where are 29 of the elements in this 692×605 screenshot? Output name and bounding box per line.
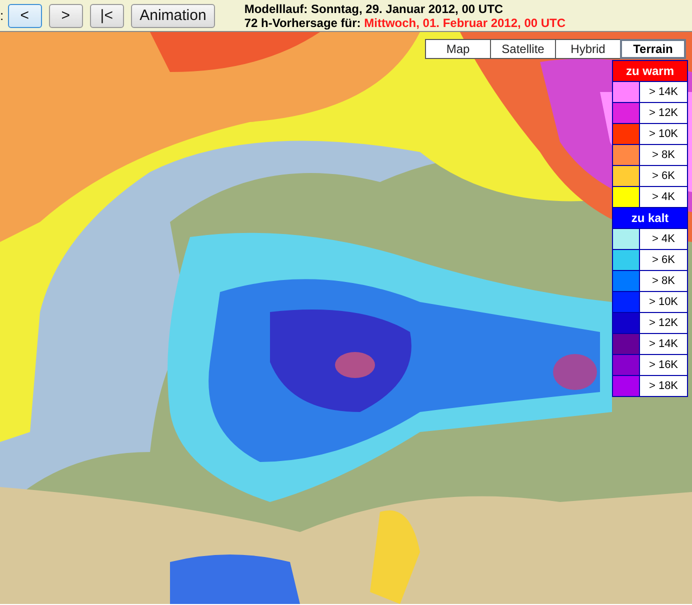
map-type-tab[interactable]: Hybrid: [555, 39, 621, 59]
weather-map-drawing[interactable]: [0, 32, 692, 604]
legend-label: > 14K: [640, 334, 687, 354]
partial-label: :: [0, 8, 4, 23]
legend-label: > 16K: [640, 355, 687, 375]
legend-label: > 10K: [640, 124, 687, 144]
map-type-tab[interactable]: Satellite: [490, 39, 556, 59]
map-type-tab[interactable]: Map: [425, 39, 491, 59]
animation-button[interactable]: Animation: [130, 4, 216, 28]
forecast-date: Mittwoch, 01. Februar 2012, 00 UTC: [364, 16, 566, 30]
legend-label: > 12K: [640, 103, 687, 123]
legend-label: > 8K: [640, 145, 687, 165]
legend-label: > 6K: [640, 250, 687, 270]
legend-label: > 14K: [640, 82, 687, 102]
first-button[interactable]: |<: [90, 4, 124, 28]
legend-label: > 6K: [640, 166, 687, 186]
map-type-tab[interactable]: Terrain: [620, 39, 686, 59]
legend-label: > 8K: [640, 271, 687, 291]
previous-button[interactable]: <: [8, 4, 42, 28]
legend-label: > 18K: [640, 376, 687, 396]
forecast-label: 72 h-Vorhersage für:: [244, 16, 362, 30]
legend-heading: zu warm: [613, 61, 687, 81]
legend-label: > 12K: [640, 313, 687, 333]
legend-label: > 10K: [640, 292, 687, 312]
legend-heading: zu kalt: [613, 208, 687, 228]
legend-label: > 4K: [640, 229, 687, 249]
next-button[interactable]: >: [48, 4, 83, 28]
model-run-text: Modelllauf: Sonntag, 29. Januar 2012, 00 UTC: [244, 2, 504, 16]
legend-label: > 4K: [640, 187, 687, 207]
